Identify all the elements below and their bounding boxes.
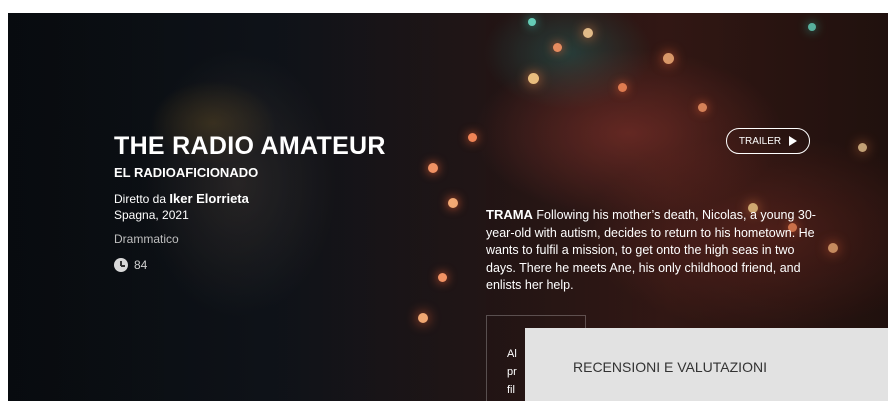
director-line: Diretto da Iker Elorrieta (114, 191, 249, 206)
country-year: Spagna, 2021 (114, 208, 189, 222)
plot-text: Following his mother’s death, Nicolas, a… (486, 208, 816, 292)
reviews-panel-label: RECENSIONI E VALUTAZIONI (573, 359, 767, 375)
plot-section: TRAMA Following his mother’s death, Nico… (486, 206, 816, 295)
reviews-preview-line: Al (507, 348, 517, 360)
original-title: EL RADIOAFICIONADO (114, 165, 259, 180)
duration: 84 (114, 258, 147, 272)
trailer-button[interactable]: TRAILER (726, 128, 810, 154)
director-prefix: Diretto da (114, 192, 167, 206)
play-icon (789, 136, 798, 146)
clock-icon (114, 258, 128, 272)
genre-label[interactable]: Drammatico (114, 232, 179, 246)
movie-title: THE RADIO AMATEUR (114, 132, 386, 160)
duration-value: 84 (134, 258, 148, 272)
reviews-preview-line: pr (507, 366, 517, 378)
trailer-label: TRAILER (738, 135, 782, 147)
director-name[interactable]: Iker Elorrieta (169, 191, 249, 206)
plot-label: TRAMA (486, 207, 533, 222)
reviews-panel[interactable]: RECENSIONI E VALUTAZIONI (525, 328, 888, 401)
reviews-preview-line: fil (507, 384, 515, 396)
